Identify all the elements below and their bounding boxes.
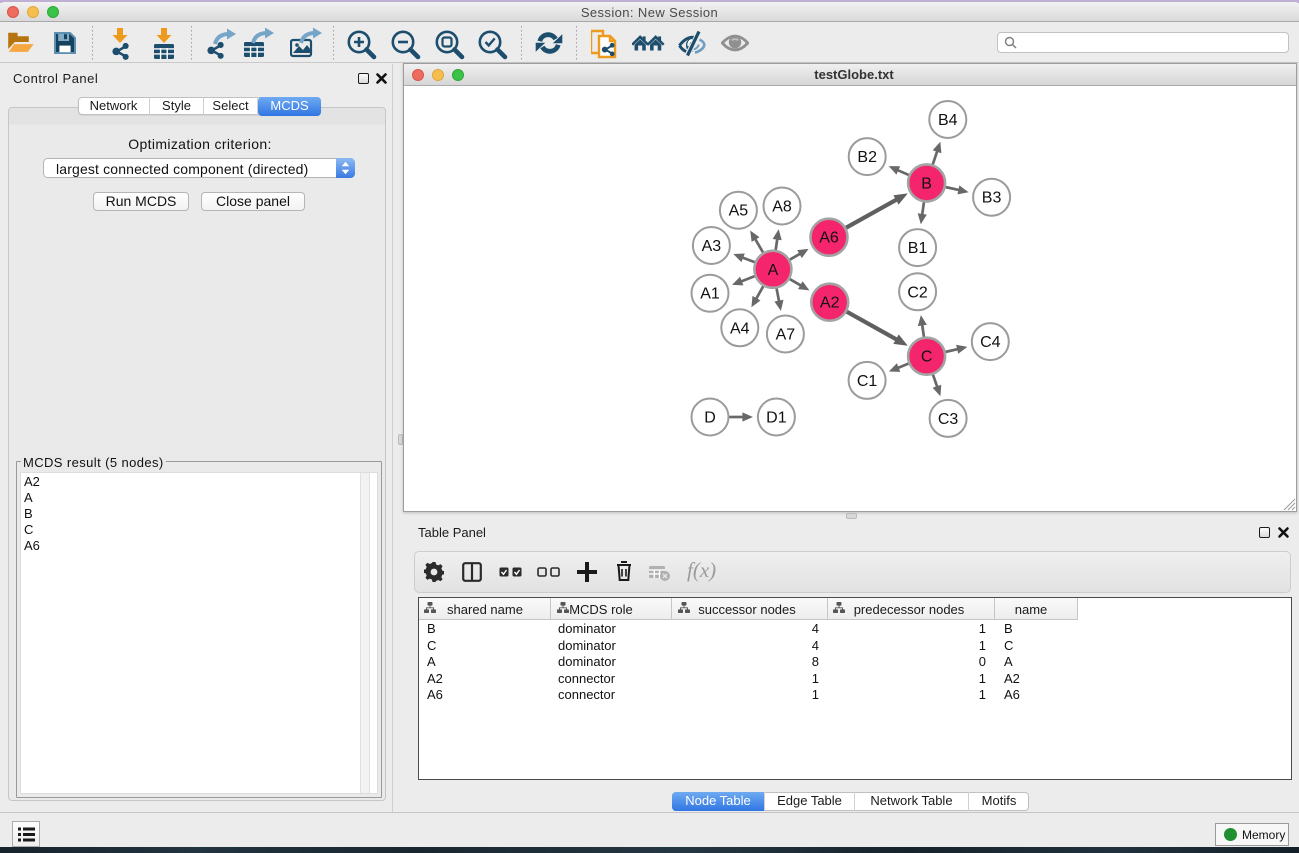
svg-text:B4: B4 bbox=[938, 112, 958, 129]
svg-text:A3: A3 bbox=[702, 238, 722, 255]
svg-text:C3: C3 bbox=[938, 411, 959, 428]
svg-text:A1: A1 bbox=[700, 286, 720, 303]
svg-text:A8: A8 bbox=[772, 199, 792, 216]
svg-text:B1: B1 bbox=[908, 240, 928, 257]
svg-text:D1: D1 bbox=[766, 410, 787, 427]
svg-text:A4: A4 bbox=[730, 320, 750, 337]
svg-text:A7: A7 bbox=[776, 327, 796, 344]
svg-text:C1: C1 bbox=[857, 373, 878, 390]
svg-text:A6: A6 bbox=[819, 230, 839, 247]
svg-text:C2: C2 bbox=[907, 284, 928, 301]
svg-text:B: B bbox=[921, 175, 932, 192]
svg-text:C4: C4 bbox=[980, 334, 1001, 351]
svg-text:A: A bbox=[768, 262, 779, 279]
svg-text:C: C bbox=[921, 349, 933, 366]
svg-text:B3: B3 bbox=[982, 190, 1002, 207]
svg-text:A2: A2 bbox=[820, 295, 840, 312]
svg-text:A5: A5 bbox=[729, 203, 749, 220]
svg-text:B2: B2 bbox=[857, 149, 877, 166]
svg-text:D: D bbox=[704, 410, 716, 427]
